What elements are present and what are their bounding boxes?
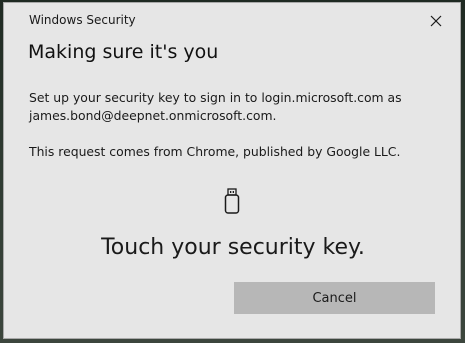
window-title: Windows Security <box>29 13 136 27</box>
usb-security-key-icon <box>224 188 240 214</box>
title-bar: Windows Security <box>4 3 460 37</box>
setup-description: Set up your security key to sign in to l… <box>29 90 402 123</box>
close-icon <box>430 15 442 27</box>
close-button[interactable] <box>420 8 452 34</box>
dialog-heading: Making sure it's you <box>28 41 219 63</box>
cancel-button[interactable]: Cancel <box>234 282 435 314</box>
touch-key-instruction: Touch your security key. <box>101 235 365 260</box>
windows-security-dialog: Windows Security Making sure it's you Se… <box>3 2 461 339</box>
request-origin-text: This request comes from Chrome, publishe… <box>29 144 401 159</box>
